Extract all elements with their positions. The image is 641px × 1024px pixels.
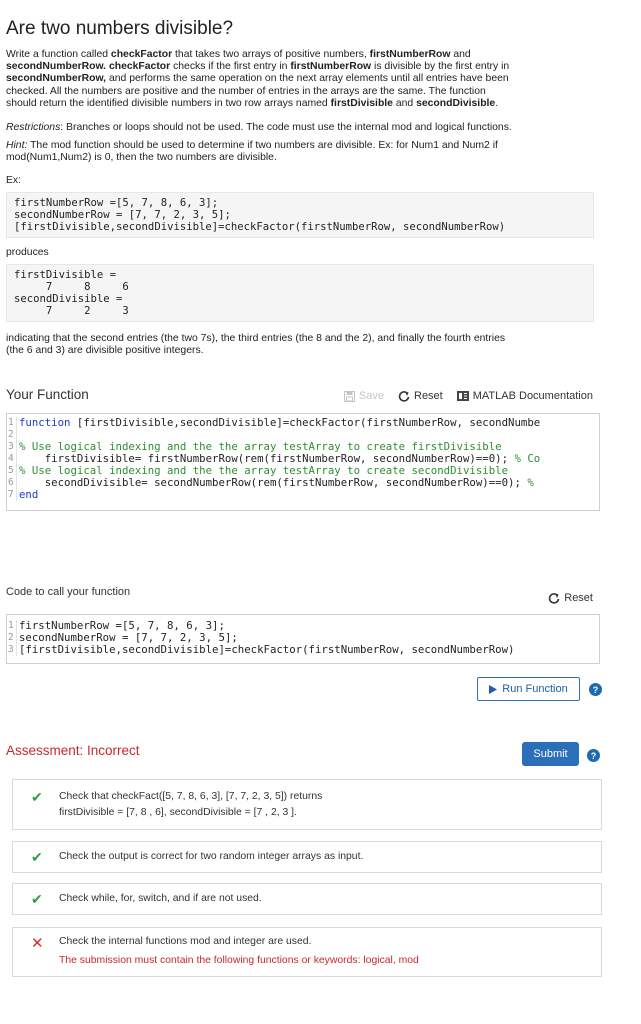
help-icon[interactable]: ?	[589, 683, 602, 696]
restrictions-text: Restrictions: Branches or loops should n…	[6, 122, 512, 133]
save-label: Save	[358, 390, 384, 402]
check-description: Check while, for, switch, and if are not…	[59, 893, 262, 904]
code-line: 7 8 6	[14, 281, 129, 293]
reset-icon	[398, 391, 410, 402]
checkmark-icon: ✔	[31, 891, 43, 907]
editor-line: 7 end	[8, 488, 39, 501]
example-label: Ex:	[6, 175, 22, 186]
function-code-editor[interactable]: 1 function [firstDivisible,secondDivisibl…	[6, 413, 600, 511]
call-function-title: Code to call your function	[6, 586, 131, 598]
check-description: Check the internal functions mod and int…	[59, 936, 312, 947]
reset-label: Reset	[564, 592, 593, 604]
check-error-message: The submission must contain the followin…	[59, 955, 419, 966]
code-line: firstNumberRow =[5, 7, 8, 6, 3];	[14, 197, 219, 209]
call-reset-button[interactable]: Reset	[548, 592, 593, 604]
code-line: [firstDivisible,secondDivisible]=checkFa…	[14, 221, 506, 233]
code-line: secondNumberRow = [7, 7, 2, 3, 5];	[14, 209, 231, 221]
check-description: firstDivisible = [7, 8 , 6], secondDivis…	[59, 807, 297, 818]
code-line: secondDivisible =	[14, 293, 123, 305]
example-code-block: firstNumberRow =[5, 7, 8, 6, 3]; secondN…	[6, 192, 594, 238]
assessment-check-item: ✔ Check that checkFact([5, 7, 8, 6, 3], …	[12, 779, 602, 830]
hint-text: Hint: The mod function should be used to…	[6, 140, 498, 164]
output-code-block: firstDivisible = 7 8 6 secondDivisible =…	[6, 264, 594, 322]
check-description: Check that checkFact([5, 7, 8, 6, 3], [7…	[59, 791, 323, 802]
editor-line: 6 secondDivisible= secondNumberRow(rem(f…	[8, 476, 534, 489]
problem-description: Write a function called checkFactor that…	[6, 49, 510, 109]
matlab-docs-link[interactable]: MATLAB Documentation	[456, 390, 593, 402]
x-icon: ✕	[31, 935, 44, 952]
documentation-icon	[456, 391, 469, 401]
play-icon	[489, 684, 498, 694]
assessment-check-item: ✔ Check the output is correct for two ra…	[12, 841, 602, 873]
checkmark-icon: ✔	[31, 849, 43, 865]
help-icon[interactable]: ?	[587, 749, 600, 762]
run-function-label: Run Function	[502, 683, 568, 695]
docs-label: MATLAB Documentation	[472, 390, 593, 402]
code-line: 7 2 3	[14, 305, 129, 317]
call-code-editor[interactable]: 1 firstNumberRow =[5, 7, 8, 6, 3]; 2 secon…	[6, 614, 600, 664]
assessment-status: Assessment: Incorrect	[6, 743, 140, 758]
save-icon	[343, 390, 355, 402]
reset-button[interactable]: Reset	[398, 390, 443, 402]
your-function-title: Your Function	[6, 387, 89, 402]
run-function-button[interactable]: Run Function	[477, 677, 580, 701]
reset-label: Reset	[414, 390, 443, 402]
code-line: firstDivisible =	[14, 269, 117, 281]
check-description: Check the output is correct for two rand…	[59, 851, 364, 862]
submit-button[interactable]: Submit	[522, 742, 579, 766]
assessment-check-item: ✕ Check the internal functions mod and i…	[12, 927, 602, 977]
checkmark-icon: ✔	[31, 789, 43, 805]
explanation-text: indicating that the second entries (the …	[6, 333, 506, 357]
editor-toolbar: Save Reset MATLAB Documentation	[343, 390, 593, 402]
produces-label: produces	[6, 247, 49, 258]
editor-line: 1 function [firstDivisible,secondDivisibl…	[8, 416, 541, 429]
save-button[interactable]: Save	[343, 390, 384, 402]
assessment-check-item: ✔ Check while, for, switch, and if are n…	[12, 883, 602, 915]
problem-title: Are two numbers divisible?	[6, 18, 234, 39]
reset-icon	[549, 593, 560, 604]
editor-line: 3 [firstDivisible,secondDivisible]=checkF…	[8, 643, 515, 656]
